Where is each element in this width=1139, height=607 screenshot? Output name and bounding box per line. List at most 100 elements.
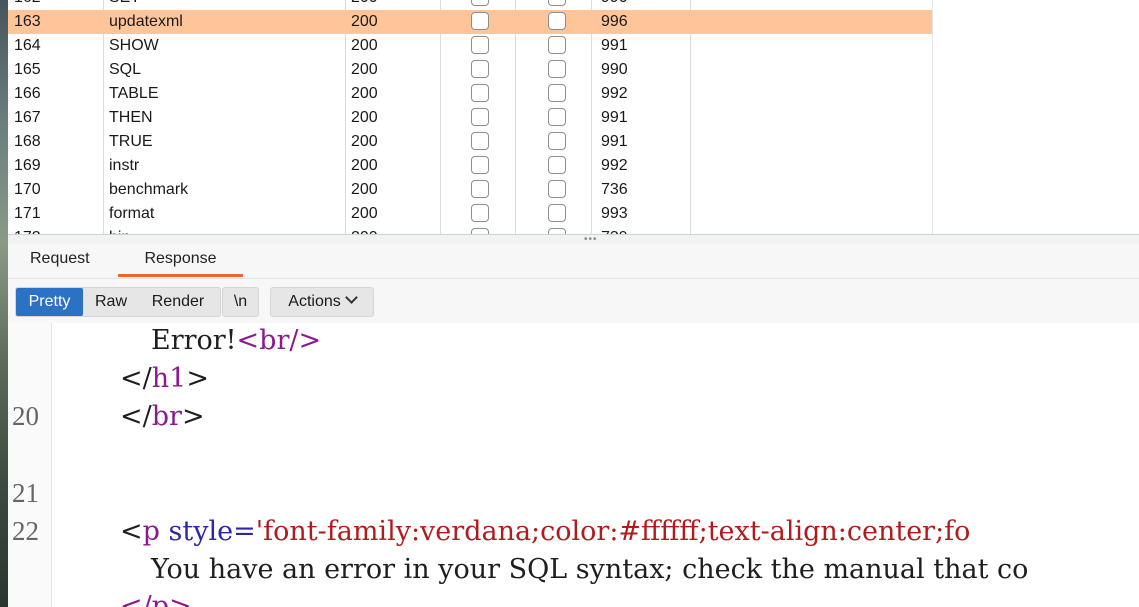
table-row[interactable]: 167 THEN 200 991 [8, 106, 932, 130]
render-button[interactable]: Render [138, 288, 218, 316]
table-row[interactable]: 169 instr 200 992 [8, 154, 932, 178]
timeout-checkbox[interactable] [548, 60, 566, 78]
view-toolbar: Pretty Raw Render \n Actions [8, 279, 1139, 323]
request-number: 166 [14, 85, 41, 102]
code-line: <p style='font-family:verdana;color:#fff… [120, 516, 970, 547]
actions-dropdown[interactable]: Actions [271, 288, 373, 316]
request-number: 162 [14, 0, 41, 10]
code-line: Error!<br/> [151, 325, 321, 356]
timeout-checkbox[interactable] [548, 0, 566, 6]
code-bracket: </ [120, 363, 152, 394]
response-length: 992 [601, 157, 628, 174]
payload-cell: TRUE [109, 133, 153, 150]
request-number: 171 [14, 205, 41, 222]
timeout-checkbox[interactable] [548, 36, 566, 54]
error-checkbox[interactable] [471, 132, 489, 150]
timeout-checkbox[interactable] [548, 204, 566, 222]
results-table: 162 SET 200 990 163 updatexml 200 996 164 SHOW 200… [8, 0, 1139, 234]
desktop-wallpaper [0, 0, 8, 607]
request-number: 165 [14, 61, 41, 78]
status-code: 200 [351, 157, 378, 174]
message-tabs: Request Response [8, 244, 1139, 279]
code-tag: p [142, 516, 160, 547]
response-length: 992 [601, 85, 628, 102]
payload-cell: format [109, 205, 155, 222]
response-length: 993 [601, 205, 628, 222]
response-editor[interactable]: 20 21 22 Error!<br/> </h1> </ br> <p styl… [8, 323, 1139, 607]
status-code: 200 [351, 133, 378, 150]
code-line: </p> [120, 591, 192, 607]
code-bracket: > [181, 401, 205, 432]
request-number: 170 [14, 181, 41, 198]
code-bracket: > [186, 363, 209, 394]
tab-response[interactable]: Response [118, 244, 243, 277]
status-code: 200 [351, 226, 378, 234]
timeout-checkbox[interactable] [548, 108, 566, 126]
splitter-grip-icon[interactable]: ••• [584, 235, 598, 245]
timeout-checkbox[interactable] [548, 84, 566, 102]
table-row[interactable]: 165 SQL 200 990 [8, 58, 932, 82]
status-code: 200 [351, 109, 378, 126]
error-checkbox[interactable] [471, 84, 489, 102]
request-number: 167 [14, 109, 41, 126]
table-row[interactable]: 164 SHOW 200 991 [8, 34, 932, 58]
table-row[interactable]: 171 format 200 993 [8, 202, 932, 226]
actions-label: Actions [288, 293, 341, 310]
error-checkbox[interactable] [471, 108, 489, 126]
payload-cell: updatexml [109, 13, 183, 30]
status-code: 200 [351, 205, 378, 222]
status-code: 200 [351, 85, 378, 102]
code-attribute: style= [159, 516, 256, 547]
newline-group: \n [222, 287, 259, 317]
raw-button[interactable]: Raw [87, 288, 135, 316]
table-row[interactable]: 162 SET 200 990 [8, 0, 932, 10]
results-table-body: 162 SET 200 990 163 updatexml 200 996 164 SHOW 200… [8, 0, 932, 234]
response-length: 996 [601, 13, 628, 30]
payload-cell: SQL [109, 61, 142, 78]
status-code: 200 [351, 61, 378, 78]
code-tag: br [151, 401, 182, 432]
line-number: 22 [12, 516, 39, 546]
timeout-checkbox[interactable] [548, 180, 566, 198]
status-code: 200 [351, 0, 378, 10]
tab-request[interactable]: Request [30, 244, 90, 277]
error-checkbox[interactable] [471, 60, 489, 78]
line-number: 20 [12, 401, 39, 431]
response-length: 736 [601, 181, 628, 198]
code-line: You have an error in your SQL syntax; ch… [151, 554, 1028, 585]
view-mode-group: Pretty Raw Render [15, 287, 221, 317]
timeout-checkbox[interactable] [548, 156, 566, 174]
line-number: 21 [12, 478, 39, 508]
response-length: 991 [601, 37, 628, 54]
status-code: 200 [351, 13, 378, 30]
table-row[interactable]: 166 TABLE 200 992 [8, 82, 932, 106]
table-row[interactable]: 172 bin 200 739 [8, 226, 932, 234]
response-length: 990 [601, 61, 628, 78]
response-length: 991 [601, 133, 628, 150]
request-number: 169 [14, 157, 41, 174]
timeout-checkbox[interactable] [548, 132, 566, 150]
error-checkbox[interactable] [471, 12, 489, 30]
table-row[interactable]: 168 TRUE 200 991 [8, 130, 932, 154]
status-code: 200 [351, 181, 378, 198]
error-checkbox[interactable] [471, 180, 489, 198]
actions-group: Actions [270, 287, 374, 317]
payload-cell: TABLE [109, 85, 159, 102]
response-length: 991 [601, 109, 628, 126]
table-row[interactable]: 163 updatexml 200 996 [8, 10, 932, 34]
error-checkbox[interactable] [471, 0, 489, 6]
timeout-checkbox[interactable] [548, 12, 566, 30]
response-length: 990 [601, 0, 628, 10]
request-number: 172 [14, 226, 41, 234]
code-line: </h1> [120, 363, 209, 394]
error-checkbox[interactable] [471, 156, 489, 174]
line-gutter [8, 323, 52, 607]
payload-cell: SHOW [109, 37, 159, 54]
error-checkbox[interactable] [471, 204, 489, 222]
show-newlines-button[interactable]: \n [223, 288, 258, 316]
table-row[interactable]: 170 benchmark 200 736 [8, 178, 932, 202]
error-checkbox[interactable] [471, 36, 489, 54]
request-number: 168 [14, 133, 41, 150]
status-code: 200 [351, 37, 378, 54]
pretty-button[interactable]: Pretty [16, 288, 83, 316]
